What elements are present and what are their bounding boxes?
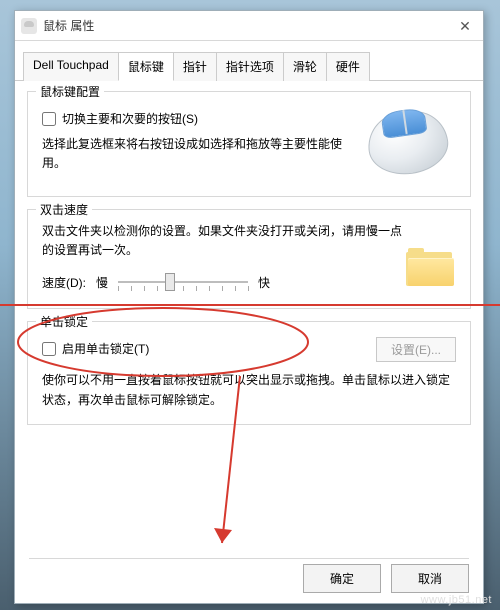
group-title: 鼠标键配置 <box>36 83 104 100</box>
folder-test-icon[interactable] <box>404 246 456 288</box>
group-click-lock: 单击锁定 启用单击锁定(T) 设置(E)... 使你可以不用一直按着鼠标按钮就可… <box>27 321 471 424</box>
cancel-button[interactable]: 取消 <box>391 564 469 593</box>
ok-button[interactable]: 确定 <box>303 564 381 593</box>
tab-1[interactable]: 鼠标键 <box>118 52 174 81</box>
group-title: 双击速度 <box>36 201 92 218</box>
swap-desc: 选择此复选框来将右按钮设成如选择和拖放等主要性能使用。 <box>42 135 360 173</box>
fast-label: 快 <box>258 274 270 291</box>
clicklock-checkbox-label: 启用单击锁定(T) <box>62 340 149 357</box>
tab-3[interactable]: 指针选项 <box>216 52 284 81</box>
swap-buttons-checkbox[interactable]: 切换主要和次要的按钮(S) <box>42 110 360 127</box>
close-button[interactable]: ✕ <box>451 15 479 37</box>
watermark: www.jb51.net <box>421 594 492 606</box>
slow-label: 慢 <box>96 274 108 291</box>
tab-4[interactable]: 滑轮 <box>283 52 327 81</box>
mouse-icon <box>21 18 37 34</box>
clicklock-checkbox-input[interactable] <box>42 342 56 356</box>
dblclick-desc: 双击文件夹以检测你的设置。如果文件夹没打开或关闭，请用慢一点的设置再试一次。 <box>42 222 404 260</box>
tab-strip: Dell Touchpad鼠标键指针指针选项滑轮硬件 <box>15 41 483 81</box>
speed-label: 速度(D): <box>42 274 86 291</box>
dialog-footer: 确定 取消 <box>303 564 469 593</box>
mouse-image <box>360 104 456 182</box>
dialog-title: 鼠标 属性 <box>43 17 94 34</box>
group-button-config: 鼠标键配置 切换主要和次要的按钮(S) 选择此复选框来将右按钮设成如选择和拖放等… <box>27 91 471 197</box>
tab-0[interactable]: Dell Touchpad <box>23 52 119 81</box>
clicklock-settings-button: 设置(E)... <box>376 337 456 362</box>
speed-slider[interactable] <box>118 270 248 294</box>
swap-checkbox-label: 切换主要和次要的按钮(S) <box>62 110 198 127</box>
clicklock-desc: 使你可以不用一直按着鼠标按钮就可以突出显示或拖拽。单击鼠标以进入锁定状态，再次单… <box>42 371 456 409</box>
group-title: 单击锁定 <box>36 313 92 330</box>
swap-checkbox-input[interactable] <box>42 112 56 126</box>
clicklock-checkbox[interactable]: 启用单击锁定(T) <box>42 340 149 357</box>
slider-thumb[interactable] <box>165 273 175 291</box>
footer-divider <box>29 558 469 559</box>
tab-content: 鼠标键配置 切换主要和次要的按钮(S) 选择此复选框来将右按钮设成如选择和拖放等… <box>15 81 483 425</box>
group-double-click: 双击速度 双击文件夹以检测你的设置。如果文件夹没打开或关闭，请用慢一点的设置再试… <box>27 209 471 309</box>
titlebar[interactable]: 鼠标 属性 ✕ <box>15 11 483 41</box>
mouse-properties-dialog: 鼠标 属性 ✕ Dell Touchpad鼠标键指针指针选项滑轮硬件 鼠标键配置… <box>14 10 484 604</box>
tab-2[interactable]: 指针 <box>173 52 217 81</box>
tab-5[interactable]: 硬件 <box>326 52 370 81</box>
